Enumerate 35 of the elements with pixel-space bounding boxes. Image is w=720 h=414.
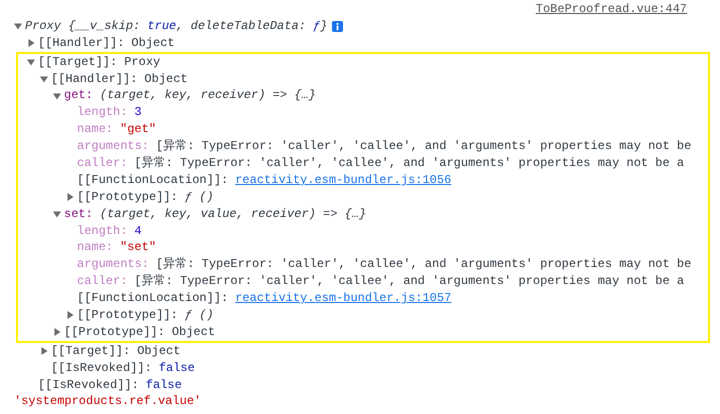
property-line[interactable]: set: (target, key, value, receiver) => {…} bbox=[64, 206, 366, 223]
property-line: [[FunctionLocation]]: reactivity.esm-bundler.js:1056 bbox=[77, 172, 452, 189]
property-line: [[IsRevoked]]: false bbox=[51, 360, 195, 377]
expanded-triangle-icon[interactable] bbox=[14, 22, 22, 30]
property-line[interactable]: [[Target]]: Proxy bbox=[38, 54, 160, 71]
expanded-triangle-icon[interactable] bbox=[40, 75, 48, 83]
property-line[interactable]: get: (target, key, receiver) => {…} bbox=[64, 87, 316, 104]
collapsed-triangle-icon[interactable] bbox=[27, 39, 35, 48]
property-line: [[FunctionLocation]]: reactivity.esm-bundler.js:1057 bbox=[77, 290, 452, 308]
property-line: caller: [异常: TypeError: 'caller', 'callee', and 'arguments' properties may not be a bbox=[77, 273, 684, 290]
property-line[interactable]: [[Prototype]]: ƒ () bbox=[77, 307, 214, 324]
property-line: length: 3 bbox=[77, 104, 142, 122]
collapsed-triangle-icon[interactable] bbox=[40, 347, 48, 356]
property-line: name: "get" bbox=[77, 121, 156, 138]
string-output: 'systemproducts.ref.value' bbox=[14, 393, 202, 410]
property-line: name: "set" bbox=[77, 239, 156, 256]
property-line: length: 4 bbox=[77, 222, 142, 240]
info-icon[interactable] bbox=[332, 20, 344, 32]
property-line[interactable]: [[Prototype]]: Object bbox=[64, 324, 216, 341]
expanded-triangle-icon[interactable] bbox=[53, 92, 61, 100]
property-line: arguments: [异常: TypeError: 'caller', 'callee', and 'arguments' properties may not be bbox=[77, 138, 692, 156]
collapsed-triangle-icon[interactable] bbox=[53, 328, 61, 336]
expanded-triangle-icon[interactable] bbox=[53, 210, 61, 218]
collapsed-triangle-icon[interactable] bbox=[66, 193, 74, 202]
object-preview[interactable]: Proxy {__v_skip: true, deleteTableData: ƒ} bbox=[25, 18, 328, 35]
property-line: [[IsRevoked]]: false bbox=[38, 376, 182, 394]
source-link[interactable]: ToBeProofread.vue:447 bbox=[536, 1, 687, 18]
expanded-triangle-icon[interactable] bbox=[27, 58, 35, 66]
property-line[interactable]: [[Handler]]: Object bbox=[51, 70, 188, 88]
property-line: arguments: [异常: TypeError: 'caller', 'callee', and 'arguments' properties may not be bbox=[77, 256, 692, 274]
property-line[interactable]: [[Prototype]]: ƒ () bbox=[77, 188, 214, 206]
collapsed-triangle-icon[interactable] bbox=[66, 311, 74, 320]
property-line[interactable]: [[Handler]]: Object bbox=[38, 34, 175, 52]
property-line: caller: [异常: TypeError: 'caller', 'callee', and 'arguments' properties may not be a bbox=[77, 155, 684, 172]
property-line[interactable]: [[Target]]: Object bbox=[51, 342, 180, 360]
